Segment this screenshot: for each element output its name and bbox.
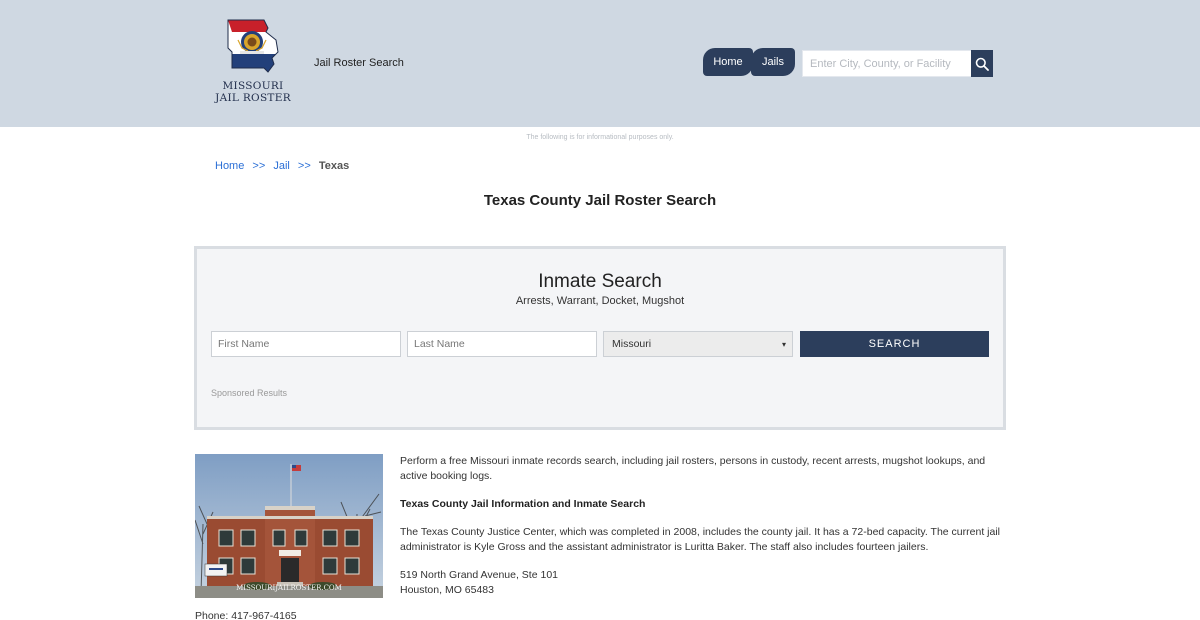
site-logo[interactable]: MISSOURI JAIL ROSTER (214, 18, 292, 108)
nav-home-button[interactable]: Home (703, 48, 753, 76)
address-line-2: Houston, MO 65483 (400, 584, 494, 596)
breadcrumb-current: Texas (318, 160, 350, 172)
logo-text: MISSOURI JAIL ROSTER (214, 80, 292, 104)
phone-number: Phone: 417-967-4165 (195, 610, 297, 620)
first-name-input[interactable] (211, 331, 401, 357)
section-heading: Texas County Jail Information and Inmate… (400, 498, 646, 510)
logo-line-2: JAIL ROSTER (215, 92, 291, 104)
magnifier-icon (975, 57, 989, 71)
last-name-input[interactable] (407, 331, 597, 357)
sponsored-results-label: Sponsored Results (211, 388, 288, 398)
facility-search-input[interactable] (802, 50, 972, 77)
address-line-1: 519 North Grand Avenue, Ste 101 (400, 569, 559, 581)
breadcrumb: Home >> Jail >> Texas (215, 160, 349, 172)
nav-jails-button[interactable]: Jails (751, 48, 795, 76)
inmate-search-title: Inmate Search (538, 271, 662, 292)
state-select-value: Missouri (612, 338, 652, 350)
logo-line-1: MISSOURI (222, 80, 284, 92)
chevron-down-icon: ▾ (781, 339, 786, 349)
breadcrumb-separator: >> (252, 160, 266, 172)
photo-watermark: MISSOURIJAILROSTER.COM (236, 584, 342, 592)
missouri-map-icon (227, 19, 279, 73)
jail-description: Perform a free Missouri inmate records s… (400, 454, 1000, 598)
state-select[interactable]: Missouri ▾ (603, 331, 793, 357)
breadcrumb-separator: >> (297, 160, 311, 172)
breadcrumb-jail-link[interactable]: Jail (273, 160, 290, 172)
site-title-link[interactable]: Jail Roster Search (314, 57, 404, 69)
facility-search-button[interactable] (971, 50, 993, 77)
site-header: MISSOURI JAIL ROSTER Jail Roster Search … (0, 0, 1200, 127)
description-paragraph: The Texas County Justice Center, which w… (400, 526, 1000, 553)
inmate-search-panel: Inmate Search Arrests, Warrant, Docket, … (194, 246, 1006, 430)
disclaimer-text: The following is for informational purpo… (526, 134, 674, 141)
intro-paragraph: Perform a free Missouri inmate records s… (400, 455, 986, 482)
inmate-search-subtitle: Arrests, Warrant, Docket, Mugshot (515, 295, 685, 307)
page-title: Texas County Jail Roster Search (483, 192, 717, 209)
jail-building-photo: MISSOURIJAILROSTER.COM (195, 454, 383, 598)
inmate-search-button[interactable]: SEARCH (800, 331, 989, 357)
breadcrumb-home-link[interactable]: Home (215, 160, 244, 172)
